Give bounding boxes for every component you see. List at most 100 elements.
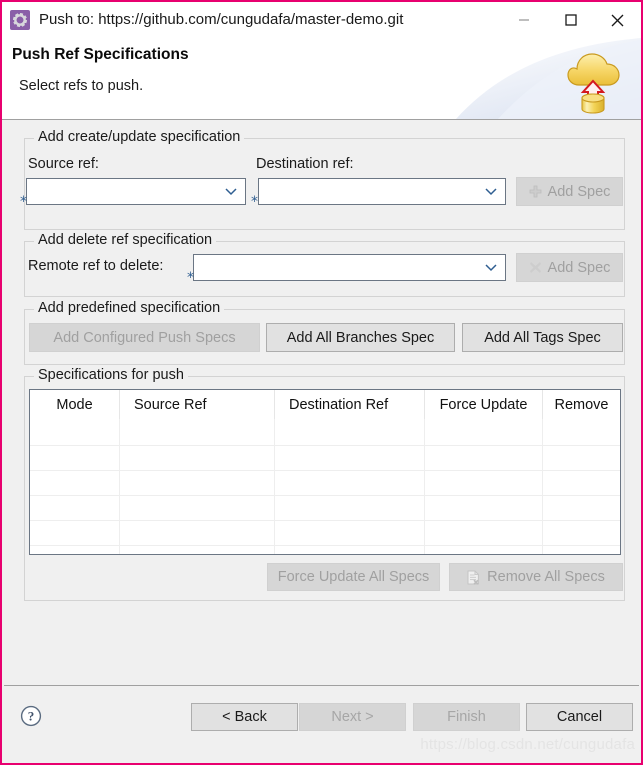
table-cell [425, 419, 543, 445]
cloud-upload-icon [555, 43, 627, 115]
table-cell [275, 446, 425, 470]
window-title: Push to: https://github.com/cungudafa/ma… [39, 11, 404, 28]
destination-ref-required-marker: * [251, 194, 258, 210]
chevron-down-icon [225, 187, 237, 195]
destination-ref-label: Destination ref: [256, 156, 354, 172]
page-description: Select refs to push. [19, 78, 144, 94]
table-cell [543, 471, 620, 495]
table-row[interactable] [30, 470, 620, 495]
table-cell [30, 521, 120, 545]
remote-ref-combo[interactable] [193, 254, 506, 281]
back-button-label: < Back [222, 709, 267, 725]
title-bar: Push to: https://github.com/cungudafa/ma… [2, 2, 641, 38]
add-create-spec-button[interactable]: Add Spec [516, 177, 623, 206]
gear-icon [10, 10, 30, 30]
add-all-branches-spec-button[interactable]: Add All Branches Spec [266, 323, 455, 352]
chevron-down-icon [485, 263, 497, 271]
remove-all-specs-label: Remove All Specs [487, 569, 605, 585]
table-cell [543, 521, 620, 545]
add-delete-spec-label: Add Spec [547, 259, 611, 276]
table-cell [425, 446, 543, 470]
maximize-button[interactable] [547, 2, 594, 38]
close-button[interactable] [594, 2, 641, 38]
predefined-group-title: Add predefined specification [34, 300, 225, 316]
add-all-tags-spec-label: Add All Tags Spec [484, 329, 601, 346]
table-cell [275, 471, 425, 495]
table-cell [275, 419, 425, 445]
dialog-button-bar: ? < Back Next > Finish Cancel https://bl… [4, 685, 639, 761]
specs-table-body [30, 419, 620, 554]
table-cell [543, 419, 620, 445]
push-dialog: Push to: https://github.com/cungudafa/ma… [0, 0, 643, 765]
table-cell [30, 471, 120, 495]
column-header-mode[interactable]: Mode [30, 390, 120, 419]
add-configured-push-specs-label: Add Configured Push Specs [53, 329, 236, 346]
maximize-icon [564, 14, 577, 26]
plus-icon [529, 185, 541, 198]
svg-text:?: ? [28, 709, 35, 724]
column-header-remove[interactable]: Remove [543, 390, 620, 419]
table-cell [275, 546, 425, 554]
table-cell [120, 471, 275, 495]
remove-all-specs-button[interactable]: Remove All Specs [449, 563, 623, 591]
specs-table[interactable]: Mode Source Ref Destination Ref Force Up… [29, 389, 621, 555]
next-button[interactable]: Next > [299, 703, 406, 731]
table-cell [543, 546, 620, 554]
finish-button[interactable]: Finish [413, 703, 520, 731]
destination-ref-combo[interactable] [258, 178, 506, 205]
column-header-force-update[interactable]: Force Update [425, 390, 543, 419]
minimize-button[interactable] [500, 2, 547, 38]
add-create-spec-label: Add Spec [547, 183, 611, 200]
specs-for-push-group-title: Specifications for push [34, 367, 188, 383]
add-all-tags-spec-button[interactable]: Add All Tags Spec [462, 323, 623, 352]
table-row[interactable] [30, 495, 620, 520]
force-update-all-specs-label: Force Update All Specs [277, 569, 430, 585]
add-all-branches-spec-label: Add All Branches Spec [286, 329, 435, 346]
column-header-destination-ref[interactable]: Destination Ref [275, 390, 425, 419]
table-cell [425, 521, 543, 545]
cross-icon [529, 262, 541, 273]
table-cell [275, 521, 425, 545]
close-icon [611, 14, 624, 26]
column-header-source-ref[interactable]: Source Ref [120, 390, 275, 419]
window-controls [500, 2, 641, 38]
table-row[interactable] [30, 419, 620, 445]
next-button-label: Next > [331, 709, 374, 725]
remote-ref-label: Remote ref to delete: [28, 258, 164, 274]
cancel-button[interactable]: Cancel [526, 703, 633, 731]
back-button[interactable]: < Back [191, 703, 298, 731]
add-configured-push-specs-button[interactable]: Add Configured Push Specs [29, 323, 260, 352]
force-update-all-specs-button[interactable]: Force Update All Specs [267, 563, 440, 591]
table-cell [120, 546, 275, 554]
add-delete-spec-button[interactable]: Add Spec [516, 253, 623, 282]
wizard-header: Push Ref Specifications Select refs to p… [2, 38, 641, 120]
table-cell [425, 496, 543, 520]
finish-button-label: Finish [447, 709, 486, 725]
table-cell [30, 546, 120, 554]
cancel-button-label: Cancel [556, 709, 603, 725]
table-cell [543, 446, 620, 470]
table-cell [30, 496, 120, 520]
table-cell [425, 471, 543, 495]
table-cell [543, 496, 620, 520]
table-cell [120, 419, 275, 445]
page-title: Push Ref Specifications [12, 46, 189, 63]
remote-ref-required-marker: * [187, 270, 194, 286]
table-cell [120, 446, 275, 470]
specs-table-header: Mode Source Ref Destination Ref Force Up… [30, 390, 620, 419]
table-row[interactable] [30, 545, 620, 554]
create-update-group-title: Add create/update specification [34, 129, 245, 145]
source-ref-label: Source ref: [28, 156, 99, 172]
source-ref-combo[interactable] [26, 178, 246, 205]
help-button[interactable]: ? [20, 705, 42, 727]
chevron-down-icon [485, 187, 497, 195]
source-ref-required-marker: * [20, 194, 27, 210]
table-row[interactable] [30, 445, 620, 470]
help-icon: ? [20, 705, 42, 727]
table-cell [30, 419, 120, 445]
dialog-content: Add create/update specification Source r… [4, 121, 639, 686]
table-row[interactable] [30, 520, 620, 545]
delete-ref-group-title: Add delete ref specification [34, 232, 217, 248]
minimize-icon [518, 19, 529, 21]
table-cell [30, 446, 120, 470]
